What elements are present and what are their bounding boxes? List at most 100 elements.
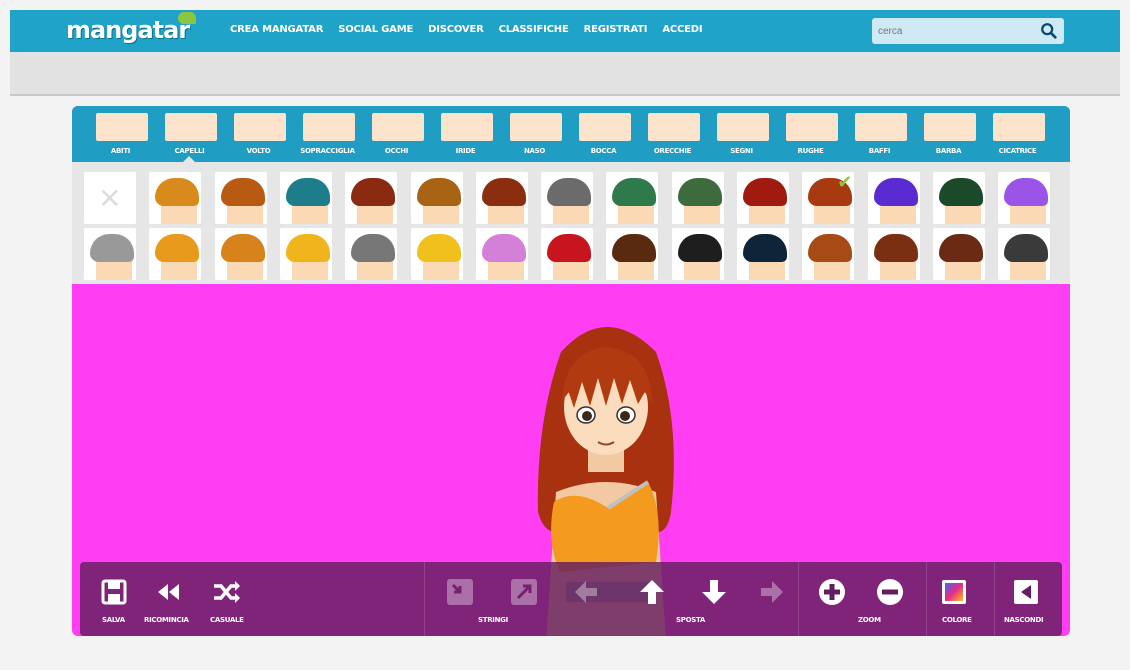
hair-style-option[interactable] <box>606 228 659 280</box>
move-right-button[interactable] <box>752 572 792 612</box>
hair-preview <box>873 178 918 206</box>
hair-style-option[interactable] <box>345 228 398 280</box>
hair-preview <box>220 234 265 262</box>
hair-preview <box>285 178 330 206</box>
hair-style-option[interactable] <box>802 228 855 280</box>
search-icon[interactable] <box>1040 22 1058 40</box>
category-thumbnail <box>648 113 700 141</box>
hair-style-option[interactable]: ✔ <box>802 172 855 224</box>
random-button[interactable] <box>206 572 246 612</box>
category-thumbnail <box>372 113 424 141</box>
category-thumbnail <box>717 113 769 141</box>
category-thumbnail <box>96 113 148 141</box>
tab-iride[interactable]: IRIDE <box>431 106 500 162</box>
hair-style-option[interactable] <box>149 228 202 280</box>
top-navigation-bar: mangatar CREA MANGATAR SOCIAL GAME DISCO… <box>10 10 1120 52</box>
shuffle-icon <box>214 581 240 603</box>
mangatar-logo[interactable]: mangatar <box>66 16 190 44</box>
squeeze-in-button[interactable] <box>440 572 480 612</box>
hair-style-option[interactable] <box>998 172 1051 224</box>
hair-style-option[interactable] <box>867 228 920 280</box>
squeeze-label: STRINGI <box>478 616 508 624</box>
tab-capelli[interactable]: CAPELLI <box>155 106 224 162</box>
hair-style-option[interactable] <box>867 172 920 224</box>
hair-style-option[interactable] <box>475 172 528 224</box>
hair-style-option[interactable] <box>671 228 724 280</box>
hair-preview <box>938 234 983 262</box>
nav-registrati[interactable]: REGISTRATI <box>584 24 648 35</box>
tab-naso[interactable]: NASO <box>500 106 569 162</box>
color-button[interactable] <box>934 572 974 612</box>
hair-style-option[interactable] <box>737 228 789 280</box>
hair-style-option[interactable] <box>149 172 202 224</box>
hair-style-option[interactable] <box>214 172 267 224</box>
hair-style-option[interactable] <box>606 172 659 224</box>
secondary-bar <box>10 52 1120 96</box>
remove-hair-button[interactable]: ✕ <box>84 172 136 224</box>
hair-preview <box>155 178 200 206</box>
save-button[interactable] <box>94 572 134 612</box>
nav-accedi[interactable]: ACCEDI <box>662 24 702 35</box>
hair-style-option[interactable] <box>279 228 332 280</box>
category-thumbnail <box>234 113 286 141</box>
hair-style-option[interactable] <box>932 172 985 224</box>
tab-occhi[interactable]: OCCHI <box>362 106 431 162</box>
move-down-button[interactable] <box>694 572 734 612</box>
tab-barba[interactable]: BARBA <box>914 106 983 162</box>
nav-discover[interactable]: DISCOVER <box>428 24 484 35</box>
hair-preview <box>416 178 461 206</box>
tab-rughe[interactable]: RUGHE <box>776 106 845 162</box>
hair-style-option[interactable] <box>475 228 528 280</box>
category-label: RUGHE <box>797 147 824 155</box>
hair-style-option[interactable] <box>671 172 724 224</box>
hair-style-option[interactable] <box>410 228 463 280</box>
zoom-out-button[interactable] <box>870 572 910 612</box>
zoom-in-button[interactable] <box>812 572 852 612</box>
hair-style-option[interactable] <box>541 228 594 280</box>
squeeze-out-button[interactable] <box>504 572 544 612</box>
category-thumbnail <box>993 113 1045 141</box>
tab-sopracciglia[interactable]: SOPRACCIGLIA <box>293 106 362 162</box>
move-left-button[interactable] <box>566 572 606 612</box>
hair-preview <box>416 234 461 262</box>
hair-style-option[interactable] <box>737 172 789 224</box>
tab-bocca[interactable]: BOCCA <box>569 106 638 162</box>
hide-button[interactable] <box>1006 572 1046 612</box>
tab-abiti[interactable]: ABITI <box>86 106 155 162</box>
tab-volto[interactable]: VOLTO <box>224 106 293 162</box>
restart-button[interactable] <box>148 572 188 612</box>
hair-preview <box>743 234 787 262</box>
tab-cicatrice[interactable]: CICATRICE <box>983 106 1052 162</box>
rewind-icon <box>158 584 179 600</box>
nav-social-game[interactable]: SOCIAL GAME <box>338 24 413 35</box>
toolbar-divider <box>798 562 799 636</box>
hair-style-option[interactable] <box>214 228 267 280</box>
category-label: BARBA <box>935 147 962 155</box>
category-label: CICATRICE <box>998 147 1037 155</box>
hair-style-option[interactable] <box>998 228 1051 280</box>
hair-style-grid: ✕ ✔ <box>72 162 1070 284</box>
expand-icon <box>511 579 537 605</box>
hair-style-option[interactable] <box>932 228 985 280</box>
hair-style-option[interactable] <box>345 172 398 224</box>
main-nav: CREA MANGATAR SOCIAL GAME DISCOVER CLASS… <box>230 24 703 35</box>
hair-style-option[interactable] <box>84 228 136 280</box>
category-label: VOLTO <box>246 147 271 155</box>
save-label: SALVA <box>102 616 125 624</box>
hair-style-option[interactable] <box>541 172 594 224</box>
hair-style-option[interactable] <box>410 172 463 224</box>
hair-preview <box>612 234 657 262</box>
move-up-button[interactable] <box>632 572 672 612</box>
hair-preview <box>481 234 526 262</box>
nav-classifiche[interactable]: CLASSIFICHE <box>499 24 569 35</box>
category-label: NASO <box>523 147 546 155</box>
tab-segni[interactable]: SEGNI <box>707 106 776 162</box>
hair-preview <box>1004 234 1049 262</box>
zoom-label: ZOOM <box>858 616 881 624</box>
search-input[interactable] <box>872 18 1032 44</box>
nav-crea-mangatar[interactable]: CREA MANGATAR <box>230 24 323 35</box>
tab-orecchie[interactable]: ORECCHIE <box>638 106 707 162</box>
hair-style-option[interactable] <box>279 172 332 224</box>
tab-baffi[interactable]: BAFFI <box>845 106 914 162</box>
minus-circle-icon <box>877 579 903 605</box>
